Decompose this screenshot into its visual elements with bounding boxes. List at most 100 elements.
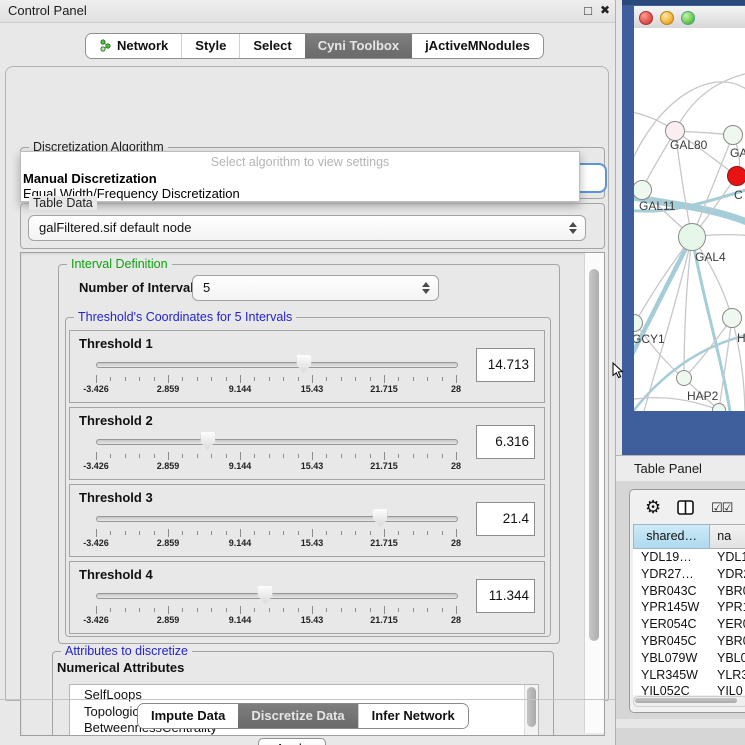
network-node[interactable] <box>634 180 652 200</box>
tab-cyni-toolbox[interactable]: Cyni Toolbox <box>305 34 412 58</box>
number-of-intervals-combobox[interactable]: 5 <box>192 275 439 301</box>
attribute-list-item[interactable]: SelfLoops <box>84 687 217 704</box>
zoom-traffic-icon[interactable] <box>681 11 695 25</box>
threshold-2-value-field[interactable]: 6.316 <box>476 425 535 459</box>
tick-mark <box>398 454 399 458</box>
slider-thumb[interactable] <box>200 432 215 450</box>
table-row[interactable]: YDL19… YDL1 <box>633 549 745 566</box>
network-node[interactable] <box>634 314 643 332</box>
cell-shared-name[interactable]: YLR345W <box>641 668 698 682</box>
scrollbar-thumb[interactable] <box>589 269 599 641</box>
slider-tick-labels: -3.4262.8599.14415.4321.71528 <box>96 538 456 549</box>
slider-track[interactable] <box>96 593 458 599</box>
cell-shared-name[interactable]: YPR145W <box>641 600 699 614</box>
algorithm-option-manual[interactable]: Manual Discretization <box>23 171 157 186</box>
tick-mark <box>110 531 111 535</box>
tick-label: 21.715 <box>370 384 398 394</box>
scrollbar-thumb[interactable] <box>527 687 536 727</box>
threshold-3-value-field[interactable]: 21.4 <box>476 502 535 536</box>
checkboxes-icon[interactable]: ☑☑ <box>711 501 732 514</box>
tick-mark <box>298 454 299 458</box>
cell-shared-name[interactable]: YBR045C <box>641 634 697 648</box>
cell-name[interactable]: YIL0 <box>717 684 743 695</box>
tick-mark <box>211 531 212 535</box>
slider-track[interactable] <box>96 516 458 522</box>
number-of-intervals-value: 5 <box>203 276 210 300</box>
cell-name[interactable]: YDR2 <box>717 567 745 581</box>
tick-mark <box>269 377 270 381</box>
network-canvas[interactable]: GAL80GACGAL11GAL4GCY1HHAP2 <box>634 28 745 411</box>
network-node[interactable] <box>722 308 742 328</box>
slider-track[interactable] <box>96 439 458 445</box>
table-row[interactable]: YLR345W YLR3 <box>633 667 745 684</box>
slider-thumb[interactable] <box>373 509 388 527</box>
attributes-scrollbar[interactable] <box>524 685 538 736</box>
columns-icon[interactable] <box>677 500 694 520</box>
cell-name[interactable]: YDL1 <box>717 550 745 564</box>
tick-mark <box>269 531 270 535</box>
tick-mark <box>312 529 313 537</box>
cell-name[interactable]: YPR1 <box>717 600 745 614</box>
apply-button[interactable]: Apply <box>258 738 326 745</box>
cell-name[interactable]: YBR0 <box>717 584 745 598</box>
threshold-1-value-field[interactable]: 14.713 <box>476 348 535 382</box>
tab-network[interactable]: Network <box>86 34 181 58</box>
tab-jactivemnodules[interactable]: jActiveMNodules <box>412 34 543 58</box>
table-row[interactable]: YIL052C YIL0 <box>633 683 745 695</box>
tab-discretize-data[interactable]: Discretize Data <box>238 704 357 728</box>
network-node[interactable] <box>712 403 726 411</box>
threshold-3-label: Threshold 3 <box>79 490 153 505</box>
tick-mark <box>168 529 169 537</box>
table-row[interactable]: YER054C YER0 <box>633 616 745 633</box>
tick-label: 2.859 <box>157 461 180 471</box>
cell-shared-name[interactable]: YDL19… <box>641 550 692 564</box>
slider-track[interactable] <box>96 362 458 368</box>
tick-mark <box>211 454 212 458</box>
column-header-name[interactable]: na <box>710 524 745 549</box>
table-row[interactable]: YBR043C YBR0 <box>633 583 745 600</box>
cell-shared-name[interactable]: YDR27… <box>641 567 694 581</box>
tab-style[interactable]: Style <box>181 34 239 58</box>
cell-shared-name[interactable]: YBL079W <box>641 651 697 665</box>
tick-mark <box>326 454 327 458</box>
threshold-1-slider[interactable]: -3.4262.8599.14415.4321.71528 <box>96 353 456 397</box>
table-data-combobox[interactable]: galFiltered.sif default node <box>28 215 586 241</box>
network-window-titlebar[interactable] <box>634 6 745 29</box>
settings-vertical-scrollbar[interactable] <box>584 253 604 733</box>
cell-name[interactable]: YBR0 <box>717 634 745 648</box>
network-node[interactable] <box>678 223 706 251</box>
tick-mark <box>211 608 212 612</box>
cell-shared-name[interactable]: YIL052C <box>641 684 690 695</box>
tick-mark <box>413 608 414 612</box>
cell-name[interactable]: YLR3 <box>717 668 745 682</box>
threshold-4-value-field[interactable]: 11.344 <box>476 579 535 613</box>
slider-thumb[interactable] <box>296 355 311 373</box>
cell-shared-name[interactable]: YER054C <box>641 617 697 631</box>
threshold-4-slider[interactable]: -3.4262.8599.14415.4321.71528 <box>96 584 456 628</box>
gear-icon[interactable]: ⚙ <box>645 498 661 516</box>
network-node[interactable] <box>676 370 692 386</box>
table-row[interactable]: YBR045C YBR0 <box>633 633 745 650</box>
network-node[interactable] <box>727 166 745 186</box>
minimize-traffic-icon[interactable] <box>660 11 674 25</box>
float-window-icon[interactable]: □ <box>581 0 595 22</box>
close-icon[interactable]: ✖ <box>598 0 612 22</box>
table-horizontal-scrollbar[interactable] <box>633 696 745 707</box>
column-header-shared-name[interactable]: shared… <box>633 524 710 549</box>
threshold-3-slider[interactable]: -3.4262.8599.14415.4321.71528 <box>96 507 456 551</box>
table-row[interactable]: YPR145W YPR1 <box>633 599 745 616</box>
tab-infer-network[interactable]: Infer Network <box>358 704 468 728</box>
cell-name[interactable]: YER0 <box>717 617 745 631</box>
threshold-1-label: Threshold 1 <box>79 336 153 351</box>
close-traffic-icon[interactable] <box>639 11 653 25</box>
tab-select[interactable]: Select <box>239 34 304 58</box>
threshold-2-slider[interactable]: -3.4262.8599.14415.4321.71528 <box>96 430 456 474</box>
network-node[interactable] <box>723 125 743 145</box>
scrollbar-thumb[interactable] <box>635 698 737 703</box>
tab-impute-data[interactable]: Impute Data <box>138 704 238 728</box>
cell-name[interactable]: YBL0 <box>717 651 745 665</box>
table-row[interactable]: YBL079W YBL0 <box>633 650 745 667</box>
slider-thumb[interactable] <box>258 586 273 604</box>
cell-shared-name[interactable]: YBR043C <box>641 584 697 598</box>
table-row[interactable]: YDR27… YDR2 <box>633 566 745 583</box>
